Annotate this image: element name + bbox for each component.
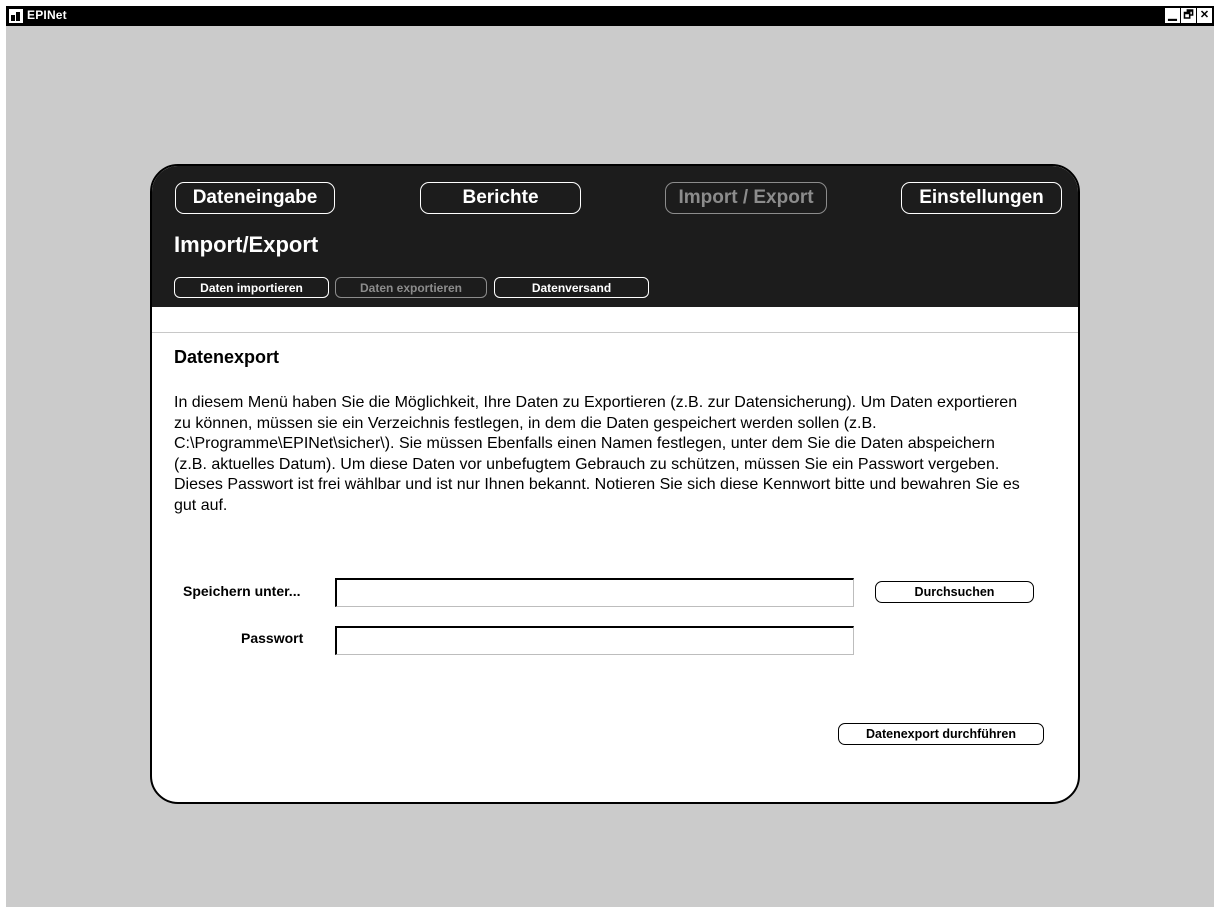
nav-import-export-button[interactable]: Import / Export xyxy=(665,182,827,214)
close-button[interactable]: ✕ xyxy=(1197,8,1212,23)
panel-header: Dateneingabe Berichte Import / Export Ei… xyxy=(152,166,1078,307)
export-execute-button[interactable]: Datenexport durchführen xyxy=(838,723,1044,745)
nav-berichte-button[interactable]: Berichte xyxy=(420,182,581,214)
nav-einstellungen-button[interactable]: Einstellungen xyxy=(901,182,1062,214)
tab-daten-exportieren[interactable]: Daten exportieren xyxy=(335,277,487,298)
content-heading: Datenexport xyxy=(174,347,280,367)
password-label: Passwort xyxy=(241,630,304,646)
browse-button[interactable]: Durchsuchen xyxy=(875,581,1034,603)
minimize-icon: ▁ xyxy=(1168,9,1177,21)
minimize-button[interactable]: ▁ xyxy=(1165,8,1180,23)
save-as-input[interactable] xyxy=(335,578,854,607)
tab-datenversand[interactable]: Datenversand xyxy=(494,277,649,298)
title-bar: EPINet ▁ 🗗 ✕ xyxy=(6,6,1214,26)
app-window-icon xyxy=(9,9,23,23)
content-divider xyxy=(152,332,1078,333)
restore-icon: 🗗 xyxy=(1183,9,1194,21)
section-title: Import/Export xyxy=(174,232,319,257)
nav-dateneingabe-button[interactable]: Dateneingabe xyxy=(175,182,335,214)
close-icon: ✕ xyxy=(1199,9,1210,21)
window-title: EPINet xyxy=(27,8,67,22)
maximize-button[interactable]: 🗗 xyxy=(1181,8,1196,23)
main-panel: Dateneingabe Berichte Import / Export Ei… xyxy=(150,164,1080,804)
save-as-label: Speichern unter... xyxy=(183,583,301,599)
tab-daten-importieren[interactable]: Daten importieren xyxy=(174,277,329,298)
description-text: In diesem Menü haben Sie die Möglichkeit… xyxy=(174,394,1020,514)
password-input[interactable] xyxy=(335,626,854,655)
